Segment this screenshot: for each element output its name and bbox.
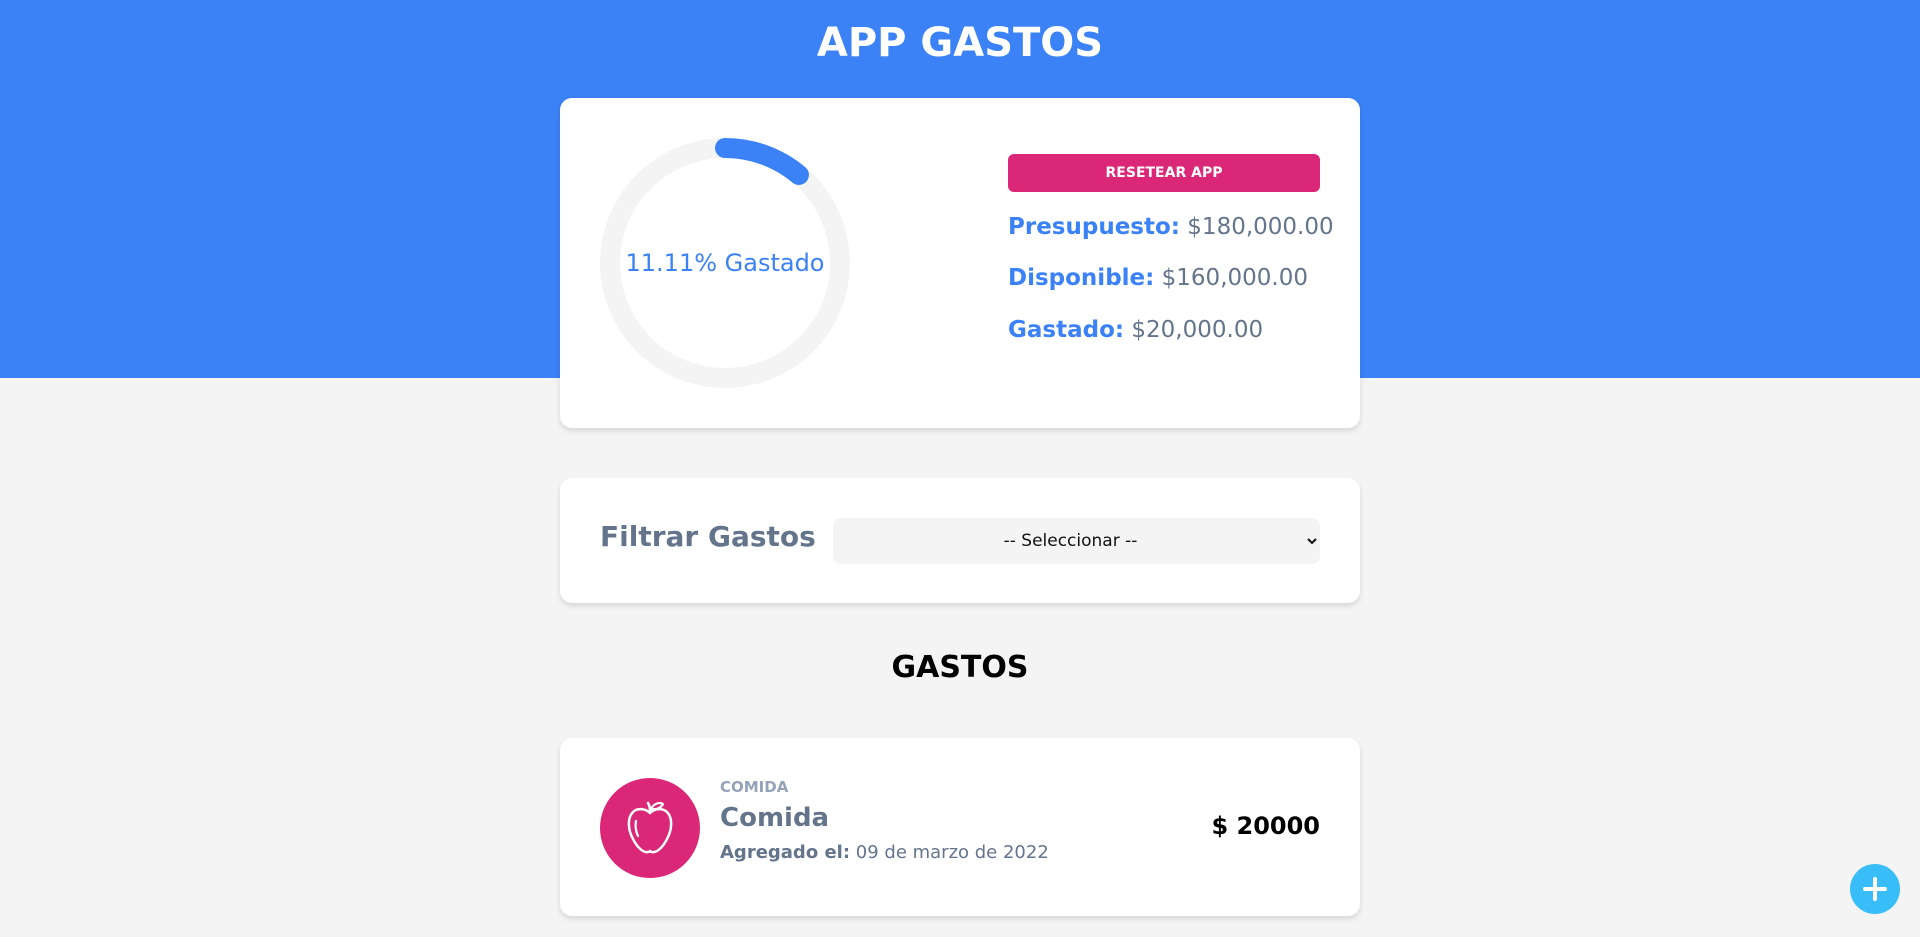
expenses-title: GASTOS (891, 650, 1029, 685)
reset-app-button[interactable]: RESETEAR APP (1008, 154, 1320, 192)
expense-card[interactable]: COMIDA Comida Agregado el: 09 de marzo d… (560, 738, 1360, 916)
available-stat: Disponible: $160,000.00 (1008, 265, 1308, 291)
spent-label: Gastado: (1008, 317, 1125, 343)
spent-stat: Gastado: $20,000.00 (1008, 317, 1263, 343)
available-label: Disponible: (1008, 265, 1155, 291)
progress-text: 11.11% Gastado (625, 249, 825, 277)
budget-label: Presupuesto: (1008, 214, 1180, 240)
budget-card: 11.11% Gastado RESETEAR APP Presupuesto:… (560, 98, 1360, 428)
plus-icon (1863, 877, 1887, 901)
spent-value: $20,000.00 (1131, 317, 1264, 343)
filter-card: Filtrar Gastos -- Seleccionar -- (560, 478, 1360, 603)
expense-name: Comida (720, 803, 830, 833)
expense-date: Agregado el: 09 de marzo de 2022 (720, 842, 1049, 863)
budget-stat: Presupuesto: $180,000.00 (1008, 214, 1334, 240)
filter-select[interactable]: -- Seleccionar -- (833, 518, 1320, 564)
progress-ring: 11.11% Gastado (600, 138, 850, 388)
expense-category-icon (600, 778, 700, 878)
expense-amount: $ 20000 (1211, 812, 1320, 840)
apple-icon (627, 801, 673, 854)
filter-label: Filtrar Gastos (600, 520, 816, 553)
expense-category: COMIDA (720, 778, 789, 796)
add-expense-button[interactable] (1850, 864, 1900, 914)
expense-date-label: Agregado el: (720, 842, 851, 863)
budget-value: $180,000.00 (1187, 214, 1334, 240)
app-title: APP GASTOS (816, 20, 1104, 66)
available-value: $160,000.00 (1161, 265, 1308, 291)
expense-date-value: 09 de marzo de 2022 (855, 842, 1049, 863)
